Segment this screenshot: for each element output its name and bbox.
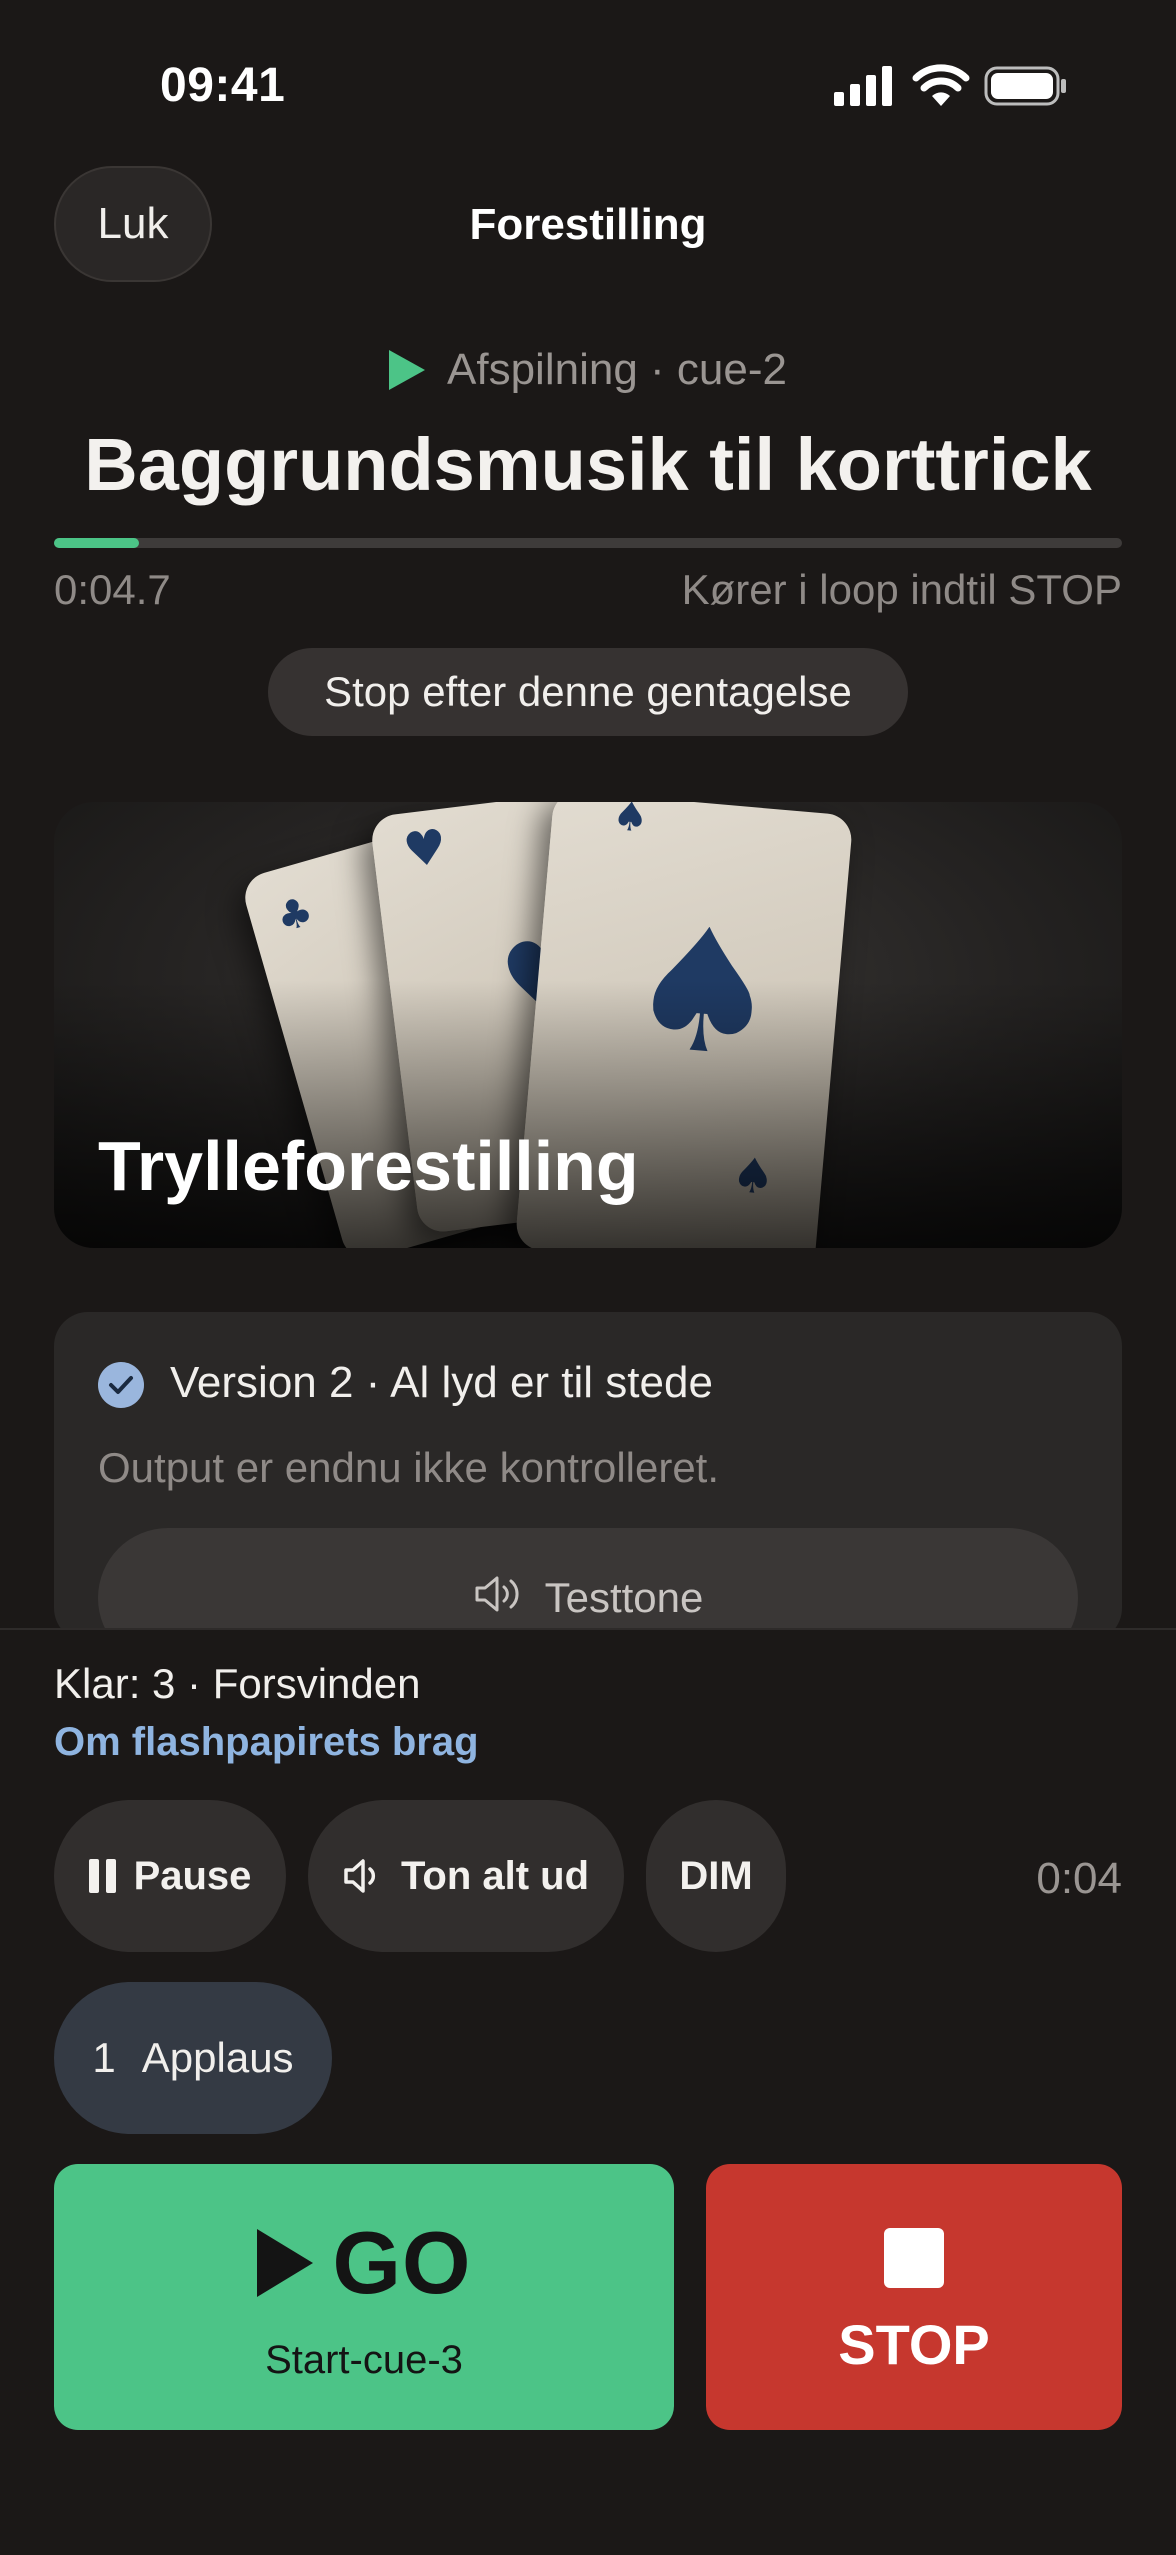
status-bar: 09:41	[0, 0, 1176, 170]
play-icon	[256, 2229, 313, 2297]
testtone-button[interactable]: Testtone	[98, 1528, 1078, 1642]
playback-status-text: Afspilning · cue-2	[447, 345, 787, 394]
battery-icon	[984, 66, 1066, 106]
version-status: Version 2 · Al lyd er til stede	[170, 1358, 713, 1407]
testtone-label: Testtone	[544, 1574, 704, 1621]
playback-progress-bar	[54, 538, 1122, 548]
dim-button[interactable]: DIM	[646, 1800, 786, 1952]
fade-all-out-button[interactable]: Ton alt ud	[308, 1800, 624, 1952]
go-label: GO	[332, 2213, 472, 2312]
cue-timer: 0:04	[1036, 1854, 1122, 1903]
playback-progress-fill	[54, 538, 140, 548]
output-note: Output er endnu ikke kontrolleret.	[98, 1444, 720, 1491]
cellular-signal-icon	[834, 66, 892, 106]
wifi-icon	[912, 64, 970, 106]
pause-label: Pause	[133, 1853, 252, 1898]
performance-screen: 09:41 Luk Forestilling Afspilning · cue-…	[0, 0, 1176, 2555]
speaker-icon	[344, 1859, 375, 1893]
loop-note: Kører i loop indtil STOP	[681, 566, 1122, 613]
playback-status: Afspilning · cue-2	[0, 342, 1176, 398]
elapsed-time: 0:04.7	[54, 566, 171, 613]
applause-label: Applaus	[141, 2034, 294, 2081]
play-icon	[389, 350, 426, 390]
status-time: 09:41	[160, 59, 286, 112]
stop-label: STOP	[838, 2313, 990, 2376]
applause-cue-button[interactable]: 1 Applaus	[54, 1982, 332, 2134]
show-card[interactable]: ♣ ♠ ♥ ♥ ♠ ♠ ♠ Trylleforestilling	[54, 802, 1122, 1248]
page-title: Forestilling	[469, 200, 707, 249]
show-title: Trylleforestilling	[98, 1127, 639, 1205]
next-cue-description[interactable]: Om flashpapirets brag	[54, 1720, 479, 1765]
stop-icon	[884, 2228, 944, 2288]
pause-button[interactable]: Pause	[54, 1800, 286, 1952]
stop-after-repeat-button[interactable]: Stop efter denne gentagelse	[268, 648, 908, 736]
go-button[interactable]: GO Start-cue-3	[54, 2164, 674, 2430]
pause-icon	[88, 1859, 116, 1893]
card-shade	[54, 980, 1122, 1248]
speaker-icon	[475, 1576, 519, 1612]
current-cue-title: Baggrundsmusik til korttrick	[84, 423, 1092, 506]
applause-hotkey-number: 1	[92, 2034, 116, 2081]
next-cue-label: Klar: 3 · Forsvinden	[54, 1660, 421, 1707]
fade-all-out-label: Ton alt ud	[400, 1853, 590, 1898]
stop-button[interactable]: STOP	[706, 2164, 1122, 2430]
go-next-cue: Start-cue-3	[265, 2338, 463, 2382]
version-card: Version 2 · Al lyd er til stede Output e…	[54, 1312, 1122, 1642]
checkmark-icon	[98, 1362, 144, 1408]
